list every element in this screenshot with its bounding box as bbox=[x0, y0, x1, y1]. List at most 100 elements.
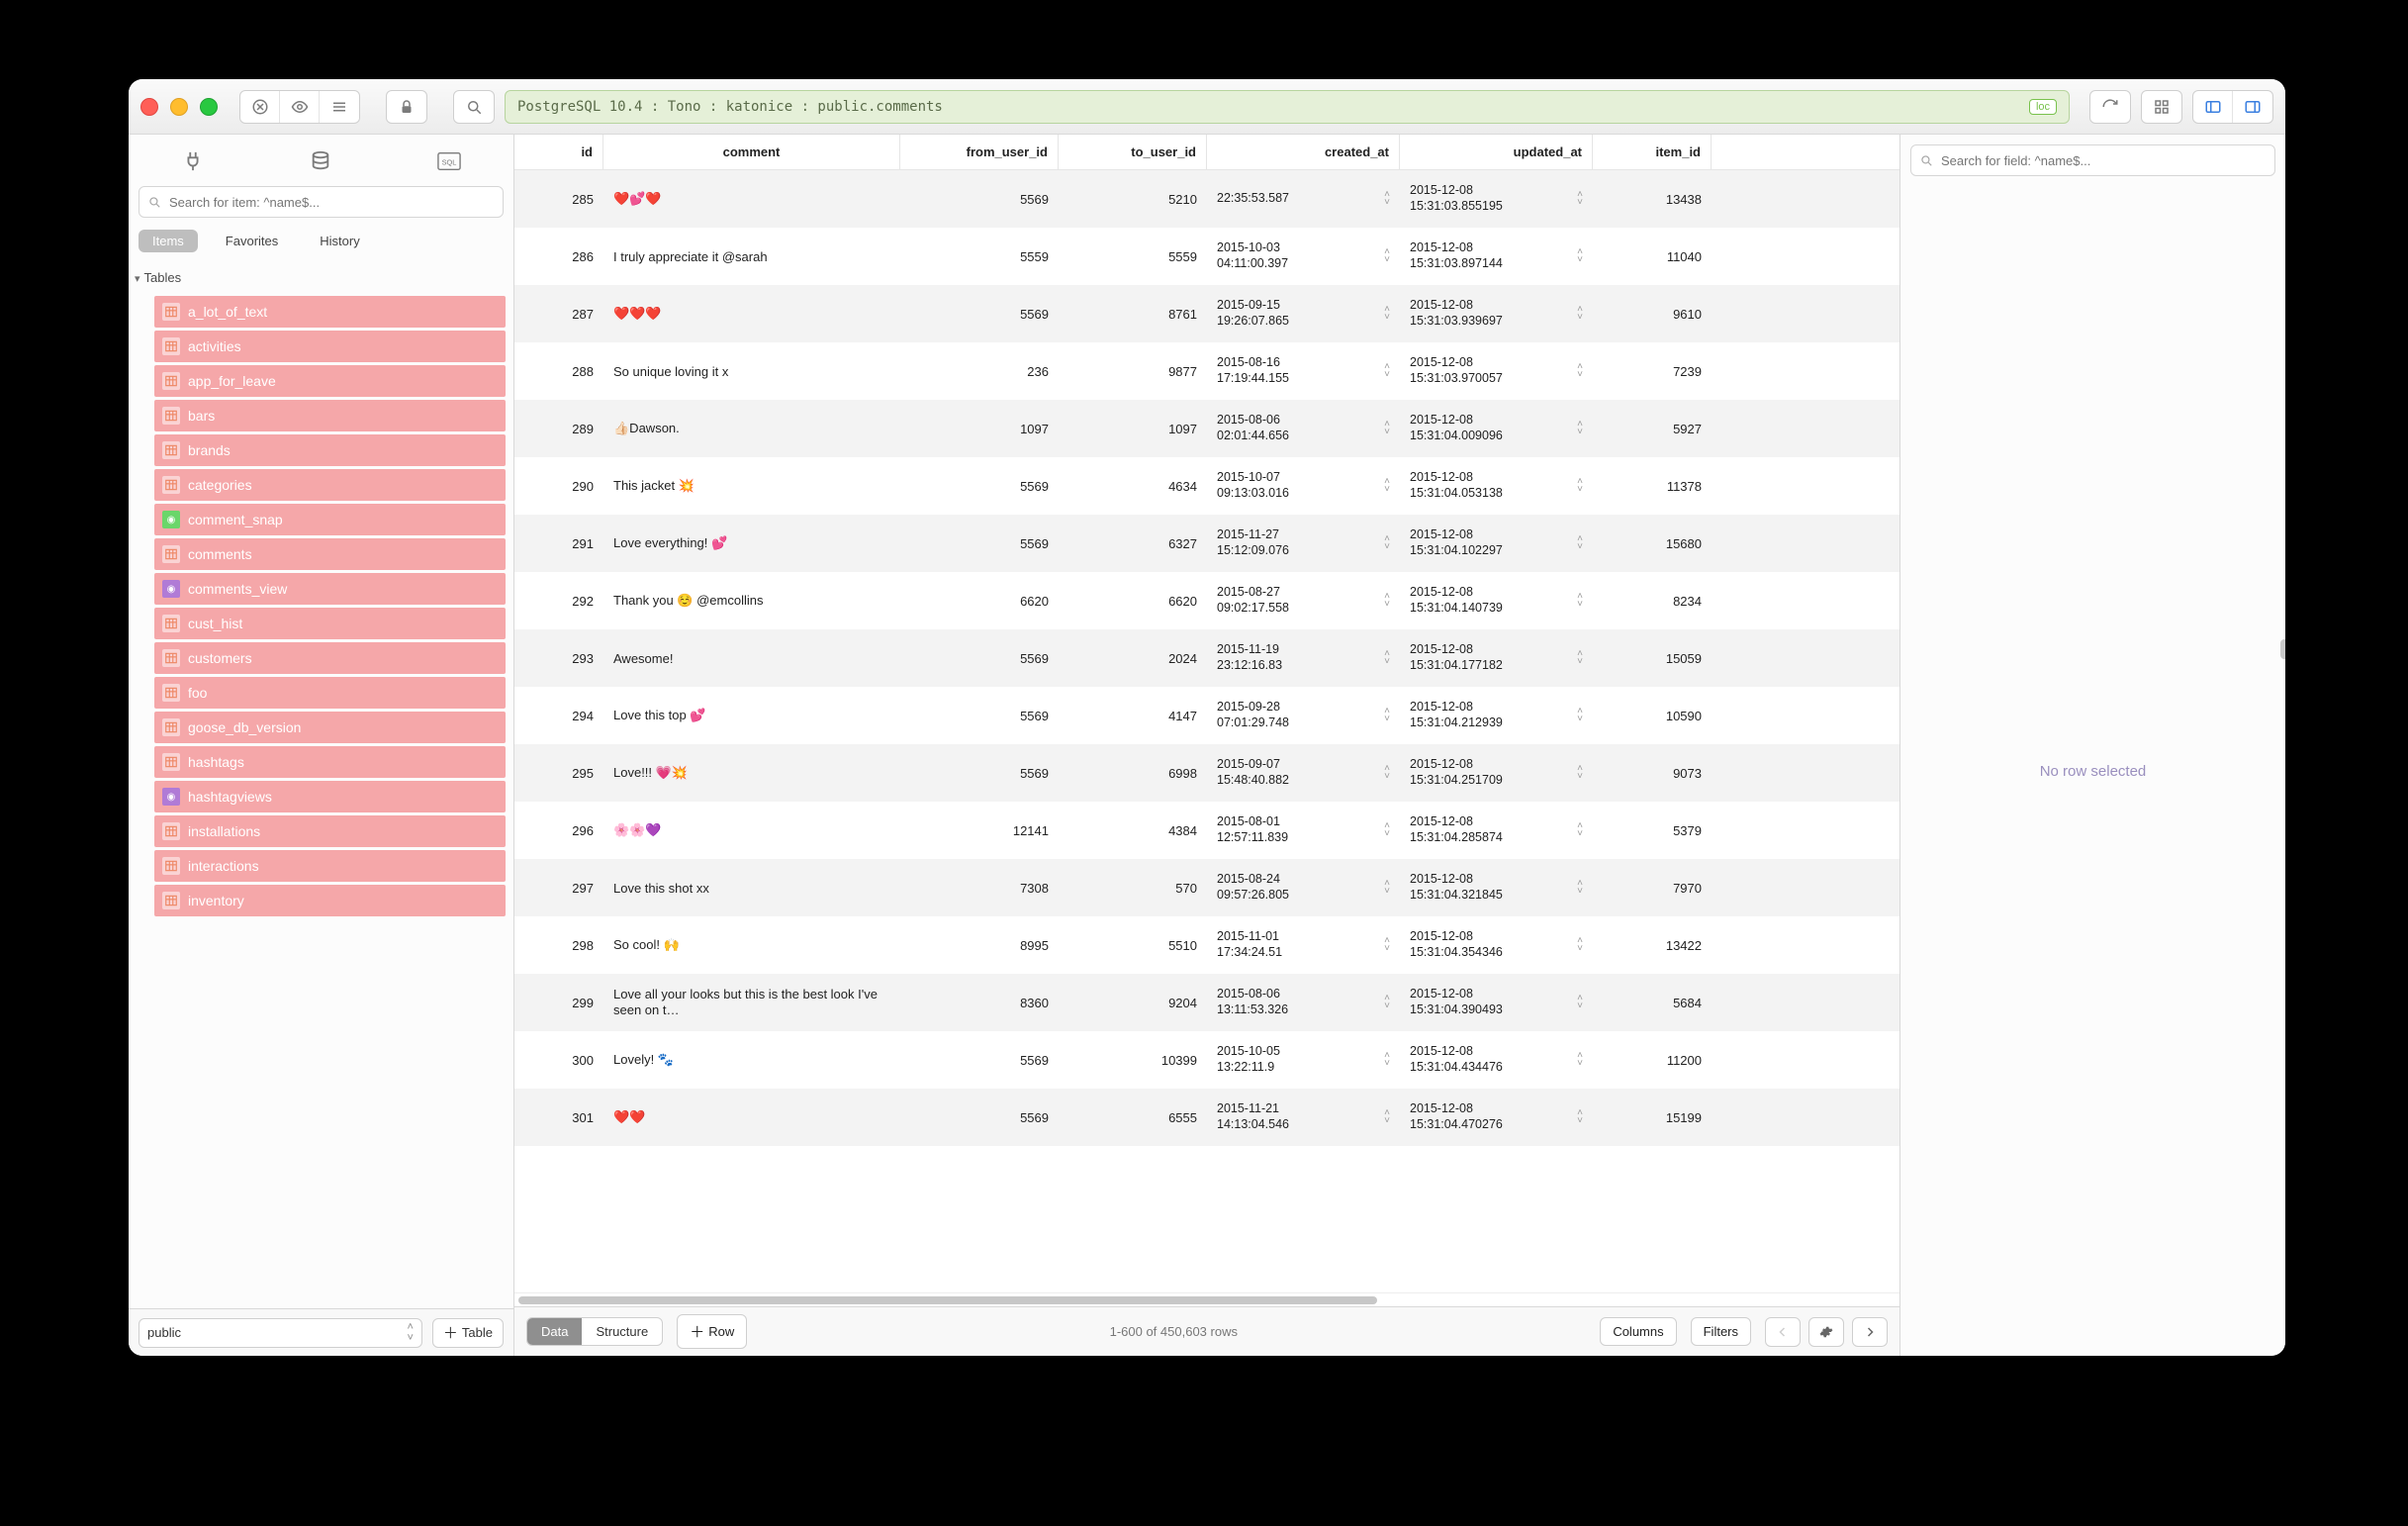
cell-id[interactable]: 299 bbox=[514, 990, 603, 1016]
sidebar-item-installations[interactable]: installations bbox=[154, 815, 506, 847]
cell-to-user[interactable]: 6998 bbox=[1059, 760, 1207, 787]
cell-updated-at[interactable]: 2015-12-0815:31:04.053138˄˅ bbox=[1400, 464, 1593, 507]
cell-id[interactable]: 298 bbox=[514, 932, 603, 959]
cell-to-user[interactable]: 2024 bbox=[1059, 645, 1207, 672]
sidebar-item-app_for_leave[interactable]: app_for_leave bbox=[154, 365, 506, 397]
cell-created-at[interactable]: 2015-11-0117:34:24.51˄˅ bbox=[1207, 923, 1400, 966]
cell-id[interactable]: 297 bbox=[514, 875, 603, 902]
cell-id[interactable]: 286 bbox=[514, 243, 603, 270]
cell-id[interactable]: 294 bbox=[514, 703, 603, 729]
sidebar-item-comments[interactable]: comments bbox=[154, 538, 506, 570]
cell-comment[interactable]: ❤️❤️❤️ bbox=[603, 300, 900, 328]
stepper-icon[interactable]: ˄˅ bbox=[1384, 535, 1390, 551]
cell-id[interactable]: 300 bbox=[514, 1047, 603, 1074]
cell-comment[interactable]: 🌸🌸💜 bbox=[603, 816, 900, 844]
cell-created-at[interactable]: 22:35:53.587˄˅ bbox=[1207, 185, 1400, 213]
cell-from-user[interactable]: 5569 bbox=[900, 760, 1059, 787]
cell-created-at[interactable]: 2015-08-0613:11:53.326˄˅ bbox=[1207, 981, 1400, 1023]
cell-created-at[interactable]: 2015-08-0112:57:11.839˄˅ bbox=[1207, 809, 1400, 851]
table-row[interactable]: 286I truly appreciate it @sarah555955592… bbox=[514, 228, 1899, 285]
cell-to-user[interactable]: 9877 bbox=[1059, 358, 1207, 385]
table-row[interactable]: 297Love this shot xx73085702015-08-2409:… bbox=[514, 859, 1899, 916]
tab-favorites[interactable]: Favorites bbox=[212, 230, 292, 252]
cell-item-id[interactable]: 7239 bbox=[1593, 358, 1712, 385]
table-row[interactable]: 293Awesome!556920242015-11-1923:12:16.83… bbox=[514, 629, 1899, 687]
cell-from-user[interactable]: 5569 bbox=[900, 703, 1059, 729]
sidebar-item-hashtagviews[interactable]: ◉hashtagviews bbox=[154, 781, 506, 812]
data-tab[interactable]: Data bbox=[527, 1318, 582, 1345]
stepper-icon[interactable]: ˄˅ bbox=[1577, 478, 1583, 494]
cell-from-user[interactable]: 5569 bbox=[900, 1047, 1059, 1074]
sidebar-table-list[interactable]: a_lot_of_textactivitiesapp_for_leavebars… bbox=[129, 293, 513, 1308]
cell-from-user[interactable]: 5569 bbox=[900, 186, 1059, 213]
cell-item-id[interactable]: 15199 bbox=[1593, 1104, 1712, 1131]
cell-to-user[interactable]: 4634 bbox=[1059, 473, 1207, 500]
cell-id[interactable]: 288 bbox=[514, 358, 603, 385]
table-row[interactable]: 295Love!!! 💗💥556969982015-09-0715:48:40.… bbox=[514, 744, 1899, 802]
table-row[interactable]: 299Love all your looks but this is the b… bbox=[514, 974, 1899, 1031]
cell-comment[interactable]: Love everything! 💕 bbox=[603, 529, 900, 557]
cell-id[interactable]: 301 bbox=[514, 1104, 603, 1131]
cell-created-at[interactable]: 2015-11-2114:13:04.546˄˅ bbox=[1207, 1096, 1400, 1138]
search-icon[interactable] bbox=[454, 91, 494, 123]
tab-items[interactable]: Items bbox=[139, 230, 198, 252]
cell-comment[interactable]: Lovely! 🐾 bbox=[603, 1046, 900, 1074]
cell-created-at[interactable]: 2015-08-1617:19:44.155˄˅ bbox=[1207, 349, 1400, 392]
cell-updated-at[interactable]: 2015-12-0815:31:04.251709˄˅ bbox=[1400, 751, 1593, 794]
stepper-icon[interactable]: ˄˅ bbox=[1577, 535, 1583, 551]
stepper-icon[interactable]: ˄˅ bbox=[1384, 765, 1390, 781]
cell-from-user[interactable]: 5559 bbox=[900, 243, 1059, 270]
stepper-icon[interactable]: ˄˅ bbox=[1577, 937, 1583, 953]
detail-search[interactable] bbox=[1910, 144, 2275, 176]
page-settings-button[interactable] bbox=[1808, 1317, 1844, 1347]
cell-comment[interactable]: Love this top 💕 bbox=[603, 702, 900, 729]
cell-updated-at[interactable]: 2015-12-0815:31:04.009096˄˅ bbox=[1400, 407, 1593, 449]
cell-updated-at[interactable]: 2015-12-0815:31:04.140739˄˅ bbox=[1400, 579, 1593, 621]
data-grid-body[interactable]: 285❤️💕❤️5569521022:35:53.587˄˅2015-12-08… bbox=[514, 170, 1899, 1292]
sidebar-item-interactions[interactable]: interactions bbox=[154, 850, 506, 882]
cell-id[interactable]: 295 bbox=[514, 760, 603, 787]
stepper-icon[interactable]: ˄˅ bbox=[1384, 937, 1390, 953]
lock-icon[interactable] bbox=[387, 91, 426, 123]
column-header-id[interactable]: id bbox=[514, 135, 603, 169]
cell-comment[interactable]: 👍🏻Dawson. bbox=[603, 415, 900, 442]
cell-comment[interactable]: Thank you ☺️ @emcollins bbox=[603, 587, 900, 615]
cell-updated-at[interactable]: 2015-12-0815:31:04.390493˄˅ bbox=[1400, 981, 1593, 1023]
cell-comment[interactable]: This jacket 💥 bbox=[603, 472, 900, 500]
add-row-button[interactable]: ＋ Row bbox=[677, 1314, 747, 1349]
cell-updated-at[interactable]: 2015-12-0815:31:03.855195˄˅ bbox=[1400, 177, 1593, 220]
stepper-icon[interactable]: ˄˅ bbox=[1384, 1052, 1390, 1068]
settings-list-icon[interactable] bbox=[320, 91, 359, 123]
sidebar-item-categories[interactable]: categories bbox=[154, 469, 506, 501]
cell-comment[interactable]: ❤️💕❤️ bbox=[603, 185, 900, 213]
sidebar-search-input[interactable] bbox=[167, 194, 495, 211]
next-page-button[interactable] bbox=[1852, 1317, 1888, 1347]
sidebar-item-cust_hist[interactable]: cust_hist bbox=[154, 608, 506, 639]
table-row[interactable]: 290This jacket 💥556946342015-10-0709:13:… bbox=[514, 457, 1899, 515]
cell-comment[interactable]: Love!!! 💗💥 bbox=[603, 759, 900, 787]
sidebar-section-tables[interactable]: Tables bbox=[129, 262, 513, 293]
cell-to-user[interactable]: 5210 bbox=[1059, 186, 1207, 213]
stepper-icon[interactable]: ˄˅ bbox=[1384, 478, 1390, 494]
cell-from-user[interactable]: 5569 bbox=[900, 1104, 1059, 1131]
cell-to-user[interactable]: 9204 bbox=[1059, 990, 1207, 1016]
cell-id[interactable]: 285 bbox=[514, 186, 603, 213]
table-row[interactable]: 285❤️💕❤️5569521022:35:53.587˄˅2015-12-08… bbox=[514, 170, 1899, 228]
cell-item-id[interactable]: 13438 bbox=[1593, 186, 1712, 213]
cell-updated-at[interactable]: 2015-12-0815:31:03.970057˄˅ bbox=[1400, 349, 1593, 392]
cell-from-user[interactable]: 7308 bbox=[900, 875, 1059, 902]
cell-from-user[interactable]: 5569 bbox=[900, 301, 1059, 328]
cell-comment[interactable]: Love this shot xx bbox=[603, 875, 900, 902]
cell-comment[interactable]: Awesome! bbox=[603, 645, 900, 672]
cell-to-user[interactable]: 6555 bbox=[1059, 1104, 1207, 1131]
cell-created-at[interactable]: 2015-08-0602:01:44.656˄˅ bbox=[1207, 407, 1400, 449]
stepper-icon[interactable]: ˄˅ bbox=[1384, 708, 1390, 723]
sidebar-item-bars[interactable]: bars bbox=[154, 400, 506, 431]
minimize-window-button[interactable] bbox=[170, 98, 188, 116]
cell-updated-at[interactable]: 2015-12-0815:31:04.321845˄˅ bbox=[1400, 866, 1593, 908]
column-header-updated-at[interactable]: updated_at bbox=[1400, 135, 1593, 169]
sidebar-item-brands[interactable]: brands bbox=[154, 434, 506, 466]
stepper-icon[interactable]: ˄˅ bbox=[1577, 650, 1583, 666]
cell-from-user[interactable]: 236 bbox=[900, 358, 1059, 385]
cell-created-at[interactable]: 2015-08-2409:57:26.805˄˅ bbox=[1207, 866, 1400, 908]
